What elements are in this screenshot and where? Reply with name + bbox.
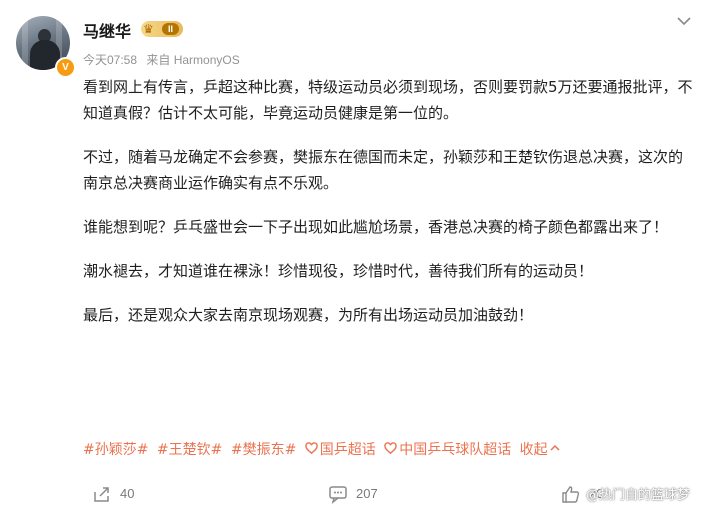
post-paragraph: 潮水褪去，才知道谁在裸泳！珍惜现役，珍惜时代，善待我们所有的运动员！ [83,262,594,280]
hashtag-link[interactable]: #樊振东# [231,442,296,458]
post-meta: 今天07:58 来自 HarmonyOS [83,51,240,68]
chevron-down-icon[interactable] [676,13,692,29]
super-topic-icon [304,442,318,455]
post-paragraph: 不过，随着马龙确定不会参赛，樊振东在德国而未定，孙颖莎和王楚钦伤退总决赛，这次的… [83,148,684,192]
post-source: 来自 HarmonyOS [146,53,240,67]
watermark: @热门自的篮球梦 [586,488,691,503]
topic-link[interactable]: 国乒超话 [304,442,380,458]
topic-label: 国乒超话 [319,442,376,458]
collapse-button[interactable]: 收起 [520,442,560,458]
collapse-label: 收起 [519,442,548,458]
post-time[interactable]: 今天07:58 [83,53,137,67]
repost-count: 40 [120,486,135,501]
comment-count: 207 [356,486,378,501]
post-paragraph: 谁能想到呢？乒乓盛世会一下子出现如此尴尬场景，香港总决赛的椅子颜色都露出来了！ [83,218,669,236]
crown-icon: ♛ [143,22,154,36]
weibo-post: V 马继华 ♛ II 今天07:58 来自 HarmonyOS 看到网上有传言，… [0,0,707,514]
comment-icon [329,486,347,504]
verified-badge-icon: V [55,57,76,78]
post-paragraph: 看到网上有传言，乒超这种比赛，特级运动员必须到现场，否则要罚款5万还要通报批评，… [83,78,693,122]
vip-level-badge[interactable]: ♛ II [141,21,183,37]
user-name[interactable]: 马继华 [83,18,131,42]
vip-level-label: II [162,23,179,35]
hashtag-link[interactable]: #孙颖莎# [83,442,148,458]
super-topic-icon [384,442,397,455]
topic-link[interactable]: 中国乒乓球队超话 [384,442,515,458]
post-paragraph: 最后，还是观众大家去南京现场观赛，为所有出场运动员加油鼓劲！ [83,306,534,324]
hashtag-link[interactable]: #王楚钦# [157,442,222,458]
post-content: 看到网上有传言，乒超这种比赛，特级运动员必须到现场，否则要罚款5万还要通报批评，… [83,74,695,346]
repost-icon [94,487,109,502]
post-tags: #孙颖莎# #王楚钦# #樊振东# 国乒超话 中国乒乓球队超话 收起 [83,440,560,460]
topic-label: 中国乒乓球队超话 [399,442,512,458]
avatar-bg-building [22,16,28,70]
chevron-up-icon [550,444,560,451]
thumbs-up-icon [562,486,580,503]
